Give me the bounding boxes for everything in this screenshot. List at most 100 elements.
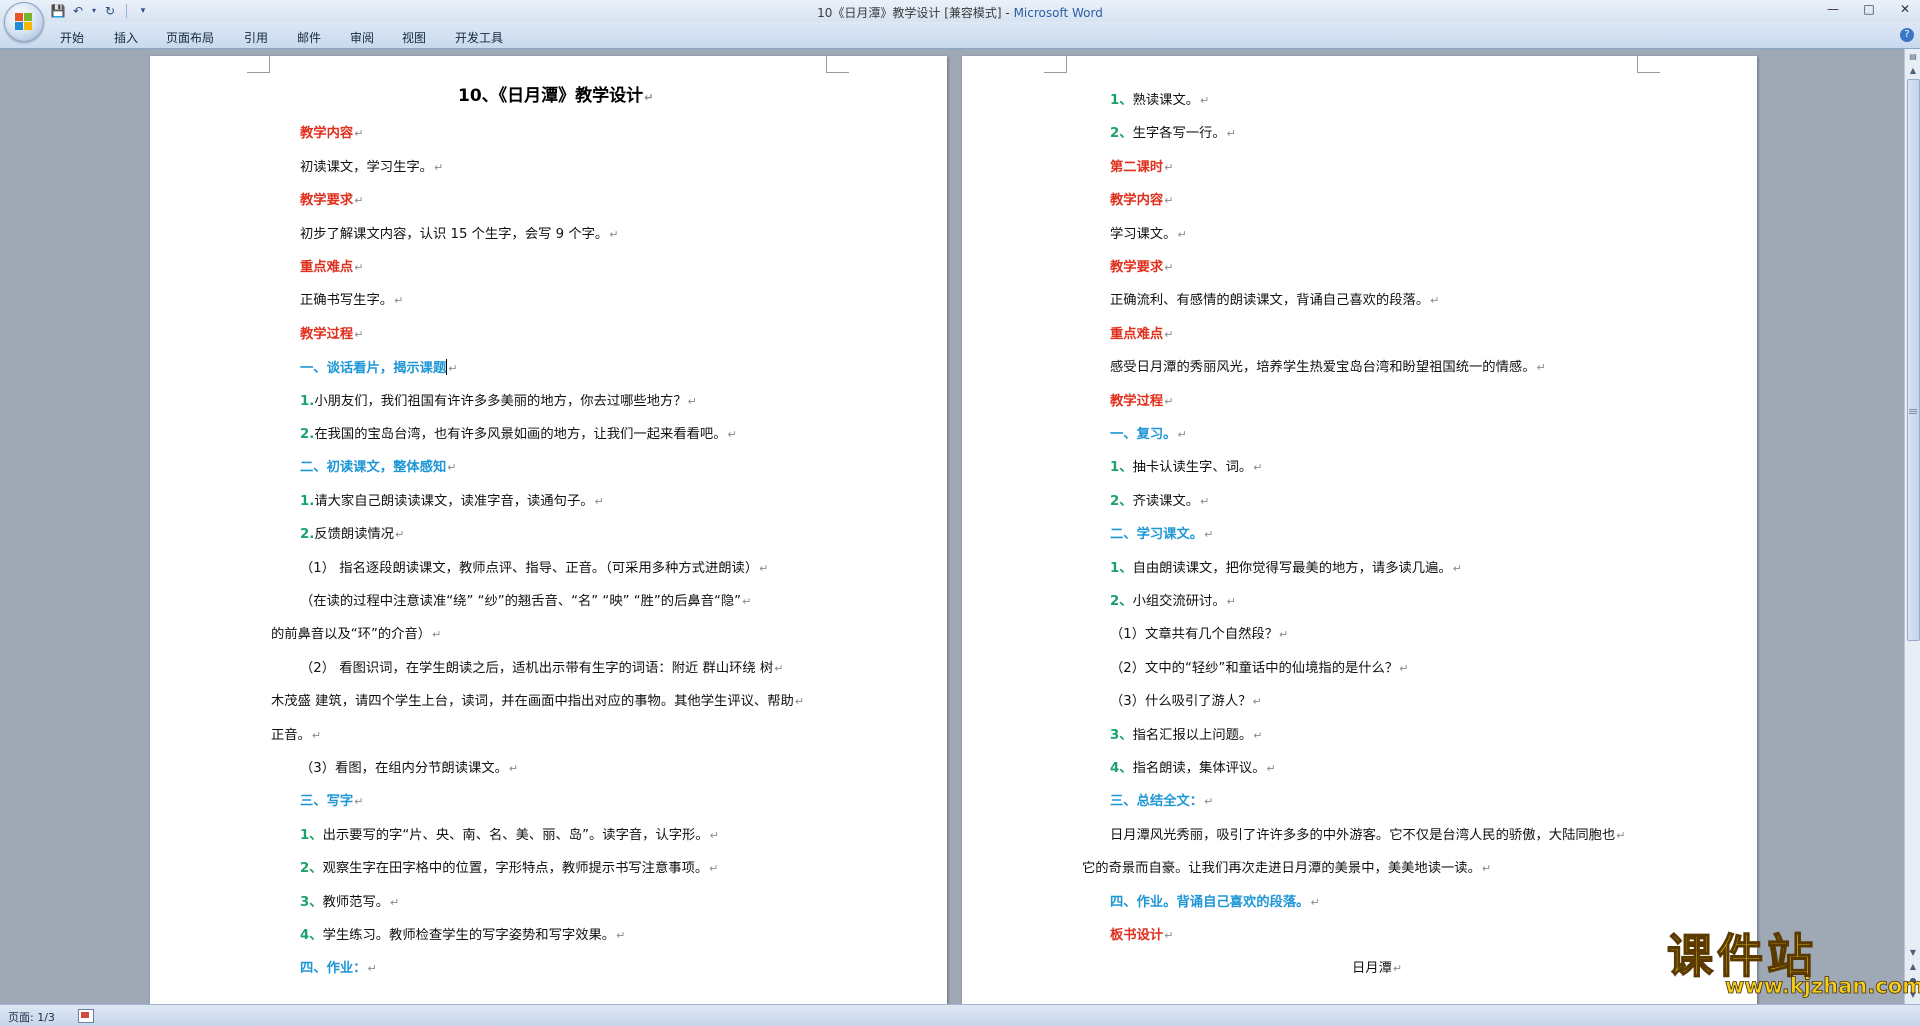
document-line[interactable]: 日月潭风光秀丽，吸引了许许多多的中外游客。它不仅是台湾人民的骄傲，大陆同胞也↵	[1110, 827, 1626, 845]
document-line[interactable]: 1、自由朗读课文，把你觉得写最美的地方，请多读几遍。↵	[1110, 560, 1462, 578]
tab-page-layout[interactable]: 页面布局	[166, 29, 214, 46]
document-line[interactable]: 初步了解课文内容，认识 15 个生字，会写 9 个字。↵	[300, 226, 618, 244]
document-line[interactable]: 二、学习课文。↵	[1110, 526, 1213, 544]
document-line[interactable]: 1、抽卡认读生字、词。↵	[1110, 459, 1262, 477]
document-line[interactable]: 教学内容↵	[300, 125, 363, 143]
document-line[interactable]: 三、总结全文：↵	[1110, 793, 1213, 811]
document-line[interactable]: 4、学生练习。教师检查学生的写字姿势和写字效果。↵	[300, 927, 625, 945]
line-text: 三、写字	[300, 794, 354, 810]
document-line[interactable]: 正音。↵	[271, 727, 321, 745]
margin-corner-mark	[247, 56, 270, 73]
scroll-down-icon[interactable]: ▼	[1907, 947, 1919, 959]
document-line[interactable]: （在读的过程中注意读准“绕” “纱”的翘舌音、“名” “映” “胜”的后鼻音“隐…	[300, 593, 751, 611]
proofing-status-icon[interactable]	[78, 1009, 94, 1023]
document-line[interactable]: 一、谈话看片，揭示课题 ↵	[300, 359, 457, 378]
document-line[interactable]: 一、复习。↵	[1110, 426, 1187, 444]
scroll-thumb[interactable]	[1907, 79, 1920, 641]
document-line[interactable]: 2.在我国的宝岛台湾，也有许多风景如画的地方，让我们一起来看看吧。↵	[300, 426, 737, 444]
document-line[interactable]: 2、生字各写一行。↵	[1110, 125, 1236, 143]
tab-mailings[interactable]: 邮件	[297, 29, 321, 46]
scroll-grip-icon	[1909, 409, 1917, 410]
document-line[interactable]: 第二课时↵	[1110, 159, 1173, 177]
document-line[interactable]: 四、作业：↵	[300, 960, 377, 978]
ruler-toggle-icon[interactable]: ▤	[1907, 51, 1919, 63]
document-line[interactable]: 三、写字↵	[300, 793, 363, 811]
vertical-scrollbar[interactable]: ▤ ▲ ▼ ▲ ● ▼	[1904, 49, 1920, 1004]
document-line[interactable]: 四、作业。背诵自己喜欢的段落。↵	[1110, 894, 1320, 912]
document-line[interactable]: 重点难点↵	[1110, 326, 1173, 344]
tab-home[interactable]: 开始	[60, 29, 84, 46]
line-text: 二、学习课文。	[1110, 527, 1204, 543]
document-line[interactable]: 1.小朋友们，我们祖国有许许多多美丽的地方，你去过哪些地方？↵	[300, 393, 697, 411]
title-bar: 💾 ↶ ▾ ↻ ▾ 10《日月潭》教学设计 [兼容模式] - Microsoft…	[0, 0, 1920, 42]
document-line[interactable]: 1、熟读课文。↵	[1110, 92, 1209, 110]
document-line[interactable]: 2、齐读课文。↵	[1110, 493, 1209, 511]
document-line[interactable]: 2.反馈朗读情况↵	[300, 526, 404, 544]
document-line[interactable]: 1.请大家自己朗读读课文，读准字音，读通句子。↵	[300, 493, 604, 511]
document-line[interactable]: 4、指名朗读，集体评议。↵	[1110, 760, 1276, 778]
tab-references[interactable]: 引用	[244, 29, 268, 46]
document-line[interactable]: （1）文章共有几个自然段？↵	[1110, 626, 1288, 644]
line-text: 四、作业。背诵自己喜欢的段落。	[1110, 894, 1310, 910]
tab-insert[interactable]: 插入	[114, 29, 138, 46]
document-line[interactable]: （3）什么吸引了游人？↵	[1110, 693, 1262, 711]
document-line[interactable]: 木茂盛 建筑，请四个学生上台，读词，并在画面中指出对应的事物。其他学生评议、帮助…	[271, 693, 804, 711]
line-text: 观察生字在田字格中的位置，字形特点，教师提示书写注意事项。	[322, 861, 709, 877]
line-text: 教学过程	[300, 326, 354, 342]
document-line[interactable]: 3、指名汇报以上问题。↵	[1110, 727, 1262, 745]
paragraph-mark-icon: ↵	[1430, 294, 1440, 308]
help-icon[interactable]: ?	[1900, 28, 1914, 42]
document-line[interactable]: （2） 看图识词，在学生朗读之后，适机出示带有生字的词语：附近 群山环绕 树↵	[300, 660, 783, 678]
document-line[interactable]: （2）文中的“轻纱”和童话中的仙境指的是什么？↵	[1110, 660, 1408, 678]
document-line[interactable]: 教学过程↵	[300, 326, 363, 344]
document-line[interactable]: 初读课文，学习生字。↵	[300, 159, 443, 177]
line-text: 板书设计	[1110, 928, 1164, 943]
document-line[interactable]: 1、出示要写的字“片、央、南、名、美、丽、岛”。读字音，认字形。↵	[300, 827, 719, 845]
close-icon[interactable]: ✕	[1896, 2, 1914, 16]
document-page-1[interactable]: 10、《日月潭》教学设计↵ 教学内容↵ 初读课文，学习生字。↵ 教学要求↵ 初步了解课文…	[150, 56, 947, 1004]
document-workspace[interactable]: 10、《日月潭》教学设计↵ 教学内容↵ 初读课文，学习生字。↵ 教学要求↵ 初步了解课文…	[0, 49, 1904, 1004]
paragraph-mark-icon: ↵	[1253, 461, 1263, 475]
document-line[interactable]: 学习课文。↵	[1110, 226, 1187, 244]
list-number: 2、	[300, 861, 323, 877]
page-indicator[interactable]: 页面: 1/3	[8, 1009, 55, 1025]
document-line[interactable]: 教学内容↵	[1110, 192, 1173, 210]
line-text: 正音。	[271, 727, 311, 743]
document-line[interactable]: 正确流利、有感情的朗读课文，背诵自己喜欢的段落。↵	[1110, 292, 1439, 310]
minimize-icon[interactable]: —	[1824, 2, 1842, 16]
office-button[interactable]	[4, 2, 44, 42]
list-number: 3、	[300, 894, 323, 910]
paragraph-mark-icon: ↵	[1164, 327, 1174, 341]
document-line[interactable]: 10、《日月潭》教学设计↵	[458, 87, 653, 107]
tab-developer[interactable]: 开发工具	[455, 29, 503, 46]
document-line[interactable]: 教学要求↵	[300, 192, 363, 210]
line-text: 第二课时	[1110, 159, 1164, 175]
document-line[interactable]: 的前鼻音以及“环”的介音）↵	[271, 626, 441, 644]
paragraph-mark-icon: ↵	[594, 494, 604, 508]
document-line[interactable]: （3）看图，在组内分节朗读课文。↵	[300, 760, 518, 778]
document-line[interactable]: 教学过程↵	[1110, 393, 1173, 411]
line-text: 日月潭	[1352, 961, 1392, 977]
paragraph-mark-icon: ↵	[759, 561, 769, 575]
document-line[interactable]: 它的奇景而自豪。让我们再次走进日月潭的美景中，美美地读一读。↵	[1082, 860, 1491, 878]
document-line[interactable]: 3、教师范写。↵	[300, 894, 399, 912]
document-line[interactable]: 感受日月潭的秀丽风光，培养学生热爱宝岛台湾和盼望祖国统一的情感。↵	[1110, 359, 1546, 377]
document-line[interactable]: 2、观察生字在田字格中的位置，字形特点，教师提示书写注意事项。↵	[300, 860, 718, 878]
document-line[interactable]: 重点难点↵	[300, 259, 363, 277]
document-line[interactable]: （1） 指名逐段朗读课文，教师点评、指导、正音。（可采用多种方式进朗读）↵	[300, 560, 768, 578]
maximize-icon[interactable]: □	[1860, 2, 1878, 16]
paragraph-mark-icon: ↵	[1279, 628, 1289, 642]
document-page-2[interactable]: 1、熟读课文。↵ 2、生字各写一行。↵ 第二课时↵ 教学内容↵ 学习课文。↵ 教学要求↵ 正…	[962, 56, 1757, 1004]
tab-view[interactable]: 视图	[402, 29, 426, 46]
line-text: 正确流利、有感情的朗读课文，背诵自己喜欢的段落。	[1110, 293, 1430, 309]
document-line[interactable]: 正确书写生字。↵	[300, 292, 403, 310]
document-line[interactable]: 二、初读课文，整体感知↵	[300, 459, 456, 477]
document-line[interactable]: 教学要求↵	[1110, 259, 1173, 277]
document-line[interactable]: 板书设计↵	[1110, 927, 1173, 945]
paragraph-mark-icon: ↵	[367, 962, 377, 976]
document-line[interactable]: 日月潭↵	[1352, 960, 1402, 978]
scroll-up-icon[interactable]: ▲	[1907, 65, 1919, 77]
tab-review[interactable]: 审阅	[350, 29, 374, 46]
previous-page-icon[interactable]: ▲	[1907, 961, 1919, 973]
document-line[interactable]: 2、小组交流研讨。↵	[1110, 593, 1236, 611]
